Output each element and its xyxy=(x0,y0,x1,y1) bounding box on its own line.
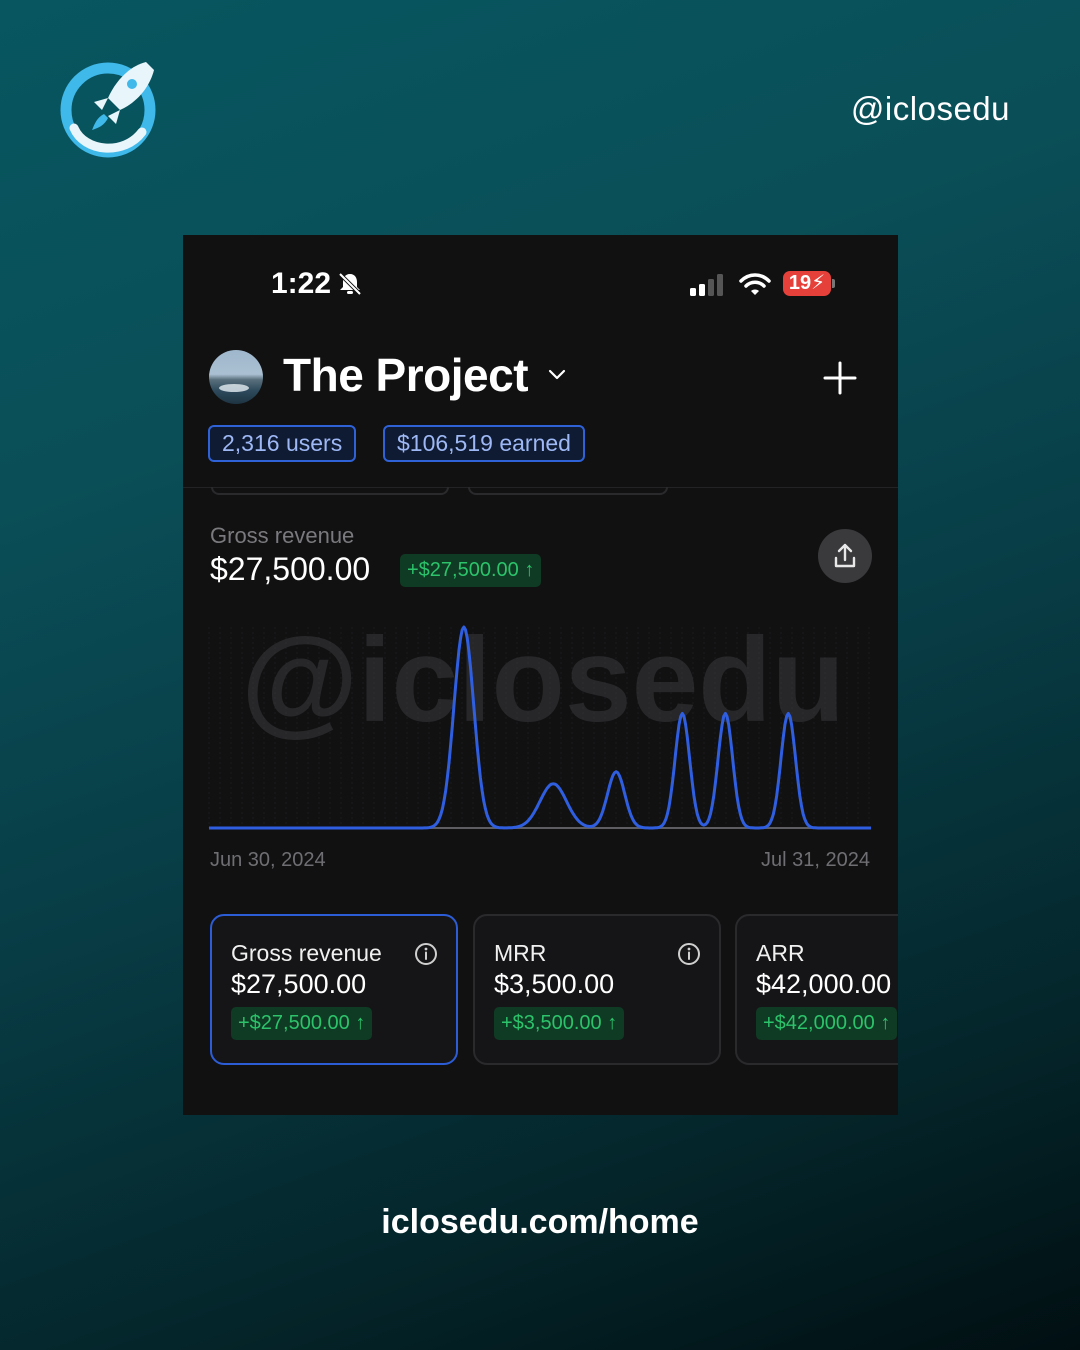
footer-url[interactable]: iclosedu.com/home xyxy=(0,1203,1080,1242)
card-title: Gross revenue xyxy=(231,940,382,966)
card-value: $27,500.00 xyxy=(231,969,367,999)
bell-off-icon xyxy=(338,272,362,296)
card-value: $42,000.00 xyxy=(756,969,892,999)
metric-card-gross-revenue[interactable]: Gross revenue $27,500.00 +$27,500.00 ↑ xyxy=(210,914,458,1065)
brand-handle: @iclosedu xyxy=(850,90,1010,127)
card-delta-badge: +$42,000.00 ↑ xyxy=(756,1007,898,1040)
battery-nub xyxy=(832,279,835,288)
chevron-down-icon[interactable] xyxy=(547,367,567,383)
hidden-tab xyxy=(211,487,449,495)
chart-start-date: Jun 30, 2024 xyxy=(210,849,326,871)
share-icon xyxy=(834,543,856,568)
watermark-text: @iclosedu xyxy=(241,615,845,747)
battery-indicator: 19⚡ xyxy=(783,271,831,296)
info-icon[interactable] xyxy=(414,942,438,966)
card-delta-badge: +$27,500.00 ↑ xyxy=(231,1007,373,1040)
metric-card-mrr[interactable]: MRR $3,500.00 +$3,500.00 ↑ xyxy=(473,914,721,1065)
chart-end-date: Jul 31, 2024 xyxy=(761,849,870,871)
users-pill[interactable]: 2,316 users xyxy=(208,425,357,462)
metric-card-arr[interactable]: ARR $42,000.00 +$42,000.00 ↑ xyxy=(735,914,898,1065)
project-title[interactable]: The Project xyxy=(283,348,529,402)
rocket-logo-icon xyxy=(60,62,156,158)
card-title: MRR xyxy=(494,940,547,966)
phone-screenshot: 1:22 19⚡ The Project 2,316 users $106,51… xyxy=(183,235,898,1115)
card-title: ARR xyxy=(756,940,805,966)
gross-revenue-label: Gross revenue xyxy=(210,523,355,548)
wifi-icon xyxy=(739,273,771,295)
project-avatar[interactable] xyxy=(209,350,263,404)
revenue-chart[interactable]: @iclosedu xyxy=(183,615,898,845)
card-value: $3,500.00 xyxy=(494,969,615,999)
gross-revenue-value: $27,500.00 xyxy=(210,551,371,587)
status-time: 1:22 xyxy=(271,267,332,300)
share-button[interactable] xyxy=(818,529,872,583)
battery-level: 19 xyxy=(788,272,812,294)
info-icon[interactable] xyxy=(677,942,701,966)
hidden-tab xyxy=(468,487,668,495)
gross-revenue-delta-badge: +$27,500.00 ↑ xyxy=(400,554,542,587)
avatar-photo xyxy=(219,384,249,392)
earned-pill[interactable]: $106,519 earned xyxy=(383,425,585,462)
add-button[interactable] xyxy=(821,359,859,397)
signal-icon xyxy=(690,274,723,296)
card-delta-badge: +$3,500.00 ↑ xyxy=(494,1007,625,1040)
